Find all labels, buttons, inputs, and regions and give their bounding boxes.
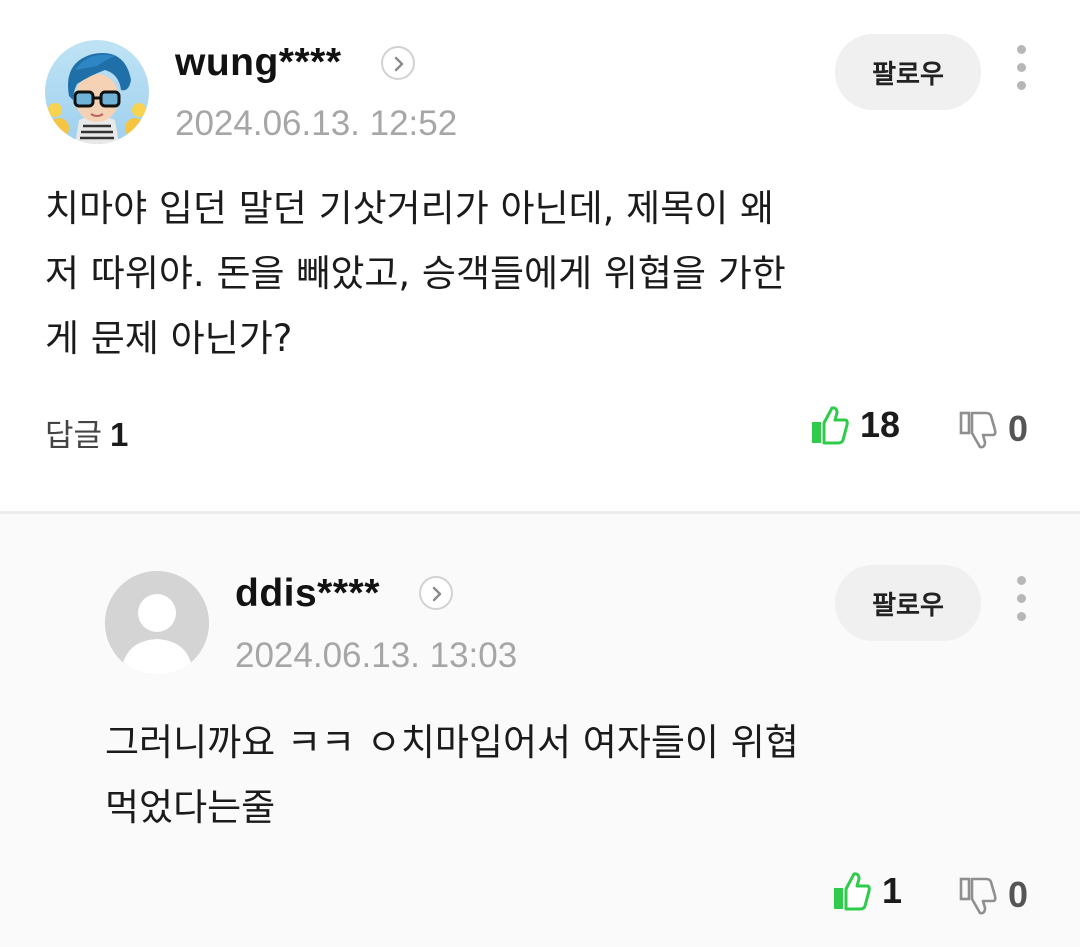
profile-chevron-icon[interactable] (419, 576, 453, 610)
thumbs-up-icon (834, 872, 871, 911)
reply-count: 1 (110, 416, 129, 453)
like-button[interactable]: 1 (832, 870, 902, 912)
comment-line: 먹었다는줄 (105, 786, 276, 829)
comment-body: 치마야 입던 말던 기삿거리가 아닌데, 제목이 왜 저 따위야. 돈을 빼았고… (45, 176, 786, 371)
avatar[interactable] (105, 571, 209, 675)
like-count: 18 (860, 404, 901, 445)
comment-timestamp: 2024.06.13. 13:03 (235, 636, 518, 675)
like-button[interactable]: 18 (810, 404, 900, 446)
follow-button[interactable]: 팔로우 (835, 34, 981, 110)
profile-chevron-icon[interactable] (381, 46, 415, 80)
comment-timestamp: 2024.06.13. 12:52 (175, 104, 458, 143)
dislike-button[interactable]: 0 (958, 874, 1028, 916)
comment-line: 저 따위야. 돈을 빼았고, 승객들에게 위협을 가한 (45, 252, 786, 295)
username[interactable]: ddis**** (235, 572, 380, 616)
more-options-icon[interactable] (1006, 42, 1036, 102)
username[interactable]: wung**** (175, 41, 342, 85)
reply-button[interactable]: 답글 1 (45, 410, 128, 455)
thumbs-down-icon (959, 411, 997, 449)
dislike-button[interactable]: 0 (958, 408, 1028, 450)
reply-comment-item: ddis**** 2024.06.13. 13:03 팔로우 그러니까요 ㅋㅋ … (0, 514, 1080, 947)
comment-line: 치마야 입던 말던 기삿거리가 아닌데, 제목이 왜 (45, 187, 775, 230)
thumbs-down-icon (959, 877, 997, 915)
follow-button[interactable]: 팔로우 (835, 565, 981, 641)
cartoon-avatar-icon (45, 40, 149, 144)
more-options-icon[interactable] (1006, 573, 1036, 633)
dislike-count: 0 (1008, 408, 1029, 449)
comment-line: 그러니까요 ㅋㅋ ㅇ치마입어서 여자들이 위협 (105, 721, 799, 764)
dislike-count: 0 (1008, 874, 1029, 915)
comment-body: 그러니까요 ㅋㅋ ㅇ치마입어서 여자들이 위협 먹었다는줄 (105, 710, 799, 840)
default-user-icon (105, 571, 209, 675)
reply-label: 답글 (45, 418, 103, 454)
comment-item: wung**** 2024.06.13. 12:52 팔로우 치마야 입던 말던… (0, 0, 1080, 512)
like-count: 1 (882, 870, 903, 911)
thumbs-up-icon (812, 406, 849, 445)
avatar[interactable] (45, 40, 149, 144)
comment-line: 게 문제 아닌가? (45, 317, 293, 360)
